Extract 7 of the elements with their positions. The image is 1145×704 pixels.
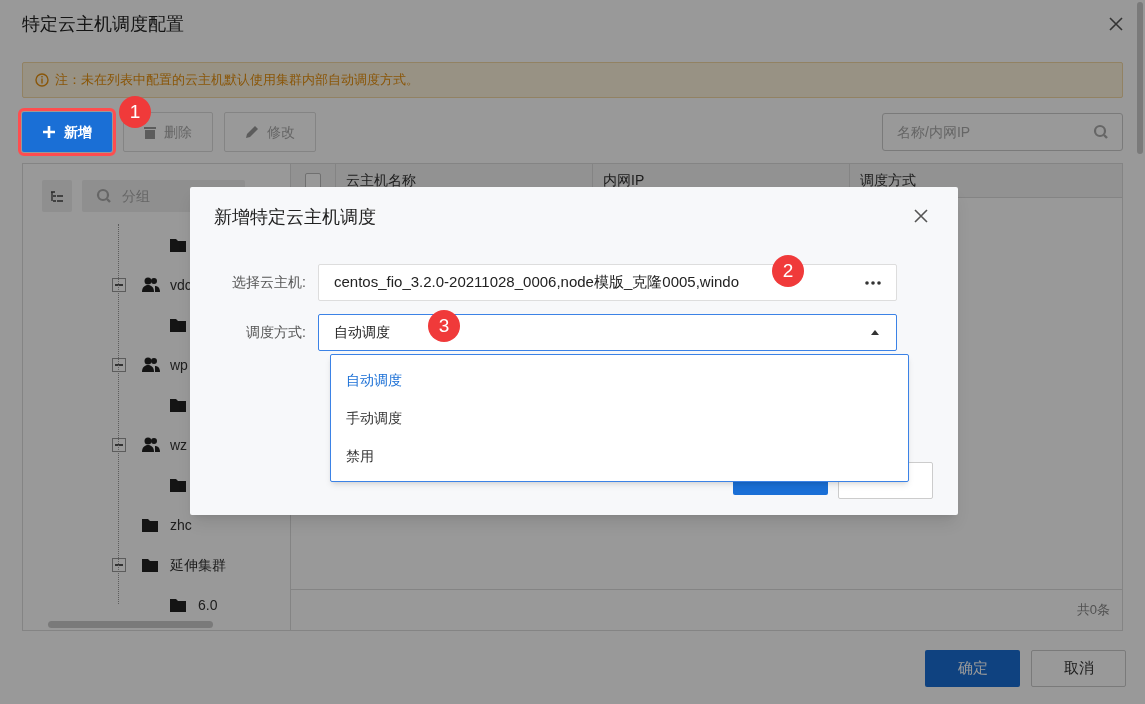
field-label: 选择云主机: xyxy=(231,273,307,292)
step-badge: 1 xyxy=(119,96,151,128)
field-label: 调度方式: xyxy=(245,323,307,342)
total-count: 共0条 xyxy=(1076,601,1110,620)
column-header: 调度方式 xyxy=(859,171,917,190)
notice-text: 注：未在列表中配置的云主机默认使用集群内部自动调度方式。 xyxy=(55,71,419,90)
window-title: 特定云主机调度配置 xyxy=(22,12,184,36)
